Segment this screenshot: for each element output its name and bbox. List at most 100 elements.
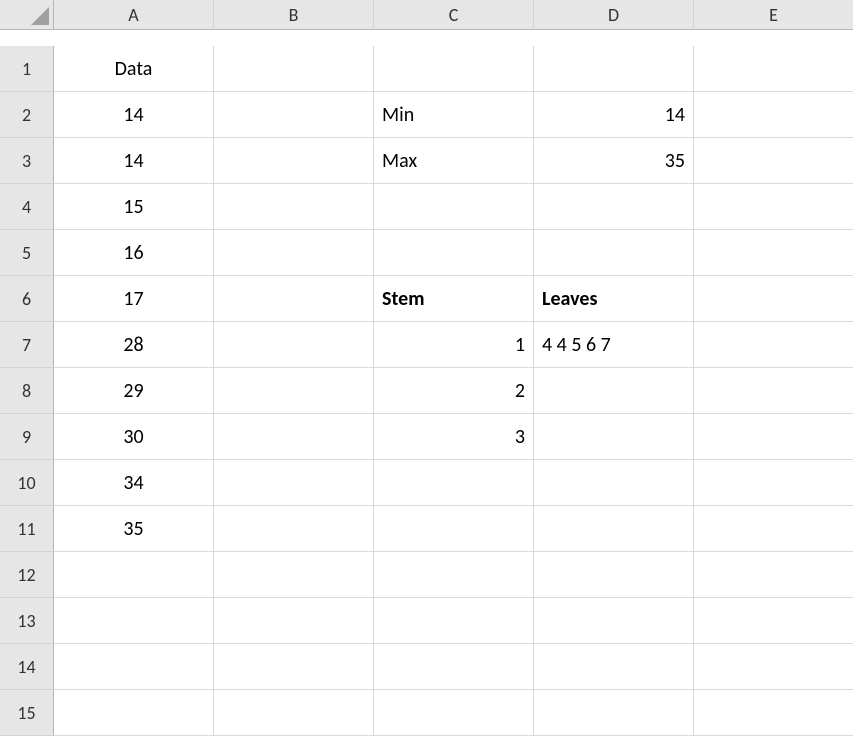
- cell-A7-text: 28: [123, 333, 143, 357]
- row-head-9[interactable]: 9: [0, 414, 54, 460]
- cell-D8[interactable]: [534, 368, 694, 414]
- cell-D3[interactable]: 35: [534, 138, 694, 184]
- cell-C8[interactable]: 2: [374, 368, 534, 414]
- cell-A1[interactable]: Data: [54, 46, 214, 92]
- cell-C7[interactable]: 1: [374, 322, 534, 368]
- cell-A8-text: 29: [123, 379, 143, 403]
- cell-D5[interactable]: [534, 230, 694, 276]
- cell-E14[interactable]: [694, 644, 853, 690]
- cell-B4[interactable]: [214, 184, 374, 230]
- row-head-13[interactable]: 13: [0, 598, 54, 644]
- cell-C4[interactable]: [374, 184, 534, 230]
- col-head-B[interactable]: B: [214, 0, 374, 30]
- cell-C11[interactable]: [374, 506, 534, 552]
- cell-C15[interactable]: [374, 690, 534, 736]
- col-head-E[interactable]: E: [694, 0, 853, 30]
- cell-E10[interactable]: [694, 460, 853, 506]
- row-head-10[interactable]: 10: [0, 460, 54, 506]
- cell-C12[interactable]: [374, 552, 534, 598]
- cell-D4[interactable]: [534, 184, 694, 230]
- cell-A6[interactable]: 17: [54, 276, 214, 322]
- col-head-D[interactable]: D: [534, 0, 694, 30]
- cell-D13[interactable]: [534, 598, 694, 644]
- cell-C14[interactable]: [374, 644, 534, 690]
- row-head-4[interactable]: 4: [0, 184, 54, 230]
- cell-C5[interactable]: [374, 230, 534, 276]
- row-head-12[interactable]: 12: [0, 552, 54, 598]
- cell-E11[interactable]: [694, 506, 853, 552]
- cell-E1[interactable]: [694, 46, 853, 92]
- cell-A15[interactable]: [54, 690, 214, 736]
- cell-D15[interactable]: [534, 690, 694, 736]
- cell-E13[interactable]: [694, 598, 853, 644]
- col-head-A[interactable]: A: [54, 0, 214, 30]
- row-head-7[interactable]: 7: [0, 322, 54, 368]
- cell-B8[interactable]: [214, 368, 374, 414]
- row-head-8[interactable]: 8: [0, 368, 54, 414]
- cell-B5[interactable]: [214, 230, 374, 276]
- cell-D6[interactable]: Leaves: [534, 276, 694, 322]
- cell-D7[interactable]: 4 4 5 6 7: [534, 322, 694, 368]
- cell-B6[interactable]: [214, 276, 374, 322]
- cell-C9[interactable]: 3: [374, 414, 534, 460]
- cell-B9[interactable]: [214, 414, 374, 460]
- cell-B13[interactable]: [214, 598, 374, 644]
- row-head-5[interactable]: 5: [0, 230, 54, 276]
- cell-D1[interactable]: [534, 46, 694, 92]
- row-head-3[interactable]: 3: [0, 138, 54, 184]
- cell-A8[interactable]: 29: [54, 368, 214, 414]
- cell-D10[interactable]: [534, 460, 694, 506]
- cell-B1[interactable]: [214, 46, 374, 92]
- cell-E4[interactable]: [694, 184, 853, 230]
- cell-B2[interactable]: [214, 92, 374, 138]
- cell-D11[interactable]: [534, 506, 694, 552]
- cell-B11[interactable]: [214, 506, 374, 552]
- cell-A2[interactable]: 14: [54, 92, 214, 138]
- cell-E6[interactable]: [694, 276, 853, 322]
- cell-D12[interactable]: [534, 552, 694, 598]
- cell-D2[interactable]: 14: [534, 92, 694, 138]
- cell-C1[interactable]: [374, 46, 534, 92]
- cell-A3-text: 14: [123, 149, 143, 173]
- row-head-2[interactable]: 2: [0, 92, 54, 138]
- cell-A7[interactable]: 28: [54, 322, 214, 368]
- cell-E3[interactable]: [694, 138, 853, 184]
- cell-A3[interactable]: 14: [54, 138, 214, 184]
- cell-B7[interactable]: [214, 322, 374, 368]
- cell-A11[interactable]: 35: [54, 506, 214, 552]
- cell-A9[interactable]: 30: [54, 414, 214, 460]
- select-all-corner[interactable]: [0, 0, 54, 30]
- cell-B14[interactable]: [214, 644, 374, 690]
- cell-A13[interactable]: [54, 598, 214, 644]
- cell-C2[interactable]: Min: [374, 92, 534, 138]
- cell-B10[interactable]: [214, 460, 374, 506]
- cell-C6[interactable]: Stem: [374, 276, 534, 322]
- cell-D9[interactable]: [534, 414, 694, 460]
- cell-E9[interactable]: [694, 414, 853, 460]
- cell-C10[interactable]: [374, 460, 534, 506]
- cell-A12[interactable]: [54, 552, 214, 598]
- row-head-14[interactable]: 14: [0, 644, 54, 690]
- cell-E2[interactable]: [694, 92, 853, 138]
- cell-E5[interactable]: [694, 230, 853, 276]
- cell-E7[interactable]: [694, 322, 853, 368]
- cell-D14[interactable]: [534, 644, 694, 690]
- cell-B12[interactable]: [214, 552, 374, 598]
- cell-A5[interactable]: 16: [54, 230, 214, 276]
- cell-B3[interactable]: [214, 138, 374, 184]
- cell-B15[interactable]: [214, 690, 374, 736]
- cell-C3[interactable]: Max: [374, 138, 534, 184]
- cell-A10[interactable]: 34: [54, 460, 214, 506]
- cell-E12[interactable]: [694, 552, 853, 598]
- cell-A4[interactable]: 15: [54, 184, 214, 230]
- row-head-15[interactable]: 15: [0, 690, 54, 736]
- col-head-C[interactable]: C: [374, 0, 534, 30]
- row-head-11[interactable]: 11: [0, 506, 54, 552]
- row-head-1[interactable]: 1: [0, 46, 54, 92]
- cell-C13[interactable]: [374, 598, 534, 644]
- cell-E8[interactable]: [694, 368, 853, 414]
- cell-C7-text: 1: [515, 333, 525, 357]
- cell-E15[interactable]: [694, 690, 853, 736]
- cell-A14[interactable]: [54, 644, 214, 690]
- row-head-6[interactable]: 6: [0, 276, 54, 322]
